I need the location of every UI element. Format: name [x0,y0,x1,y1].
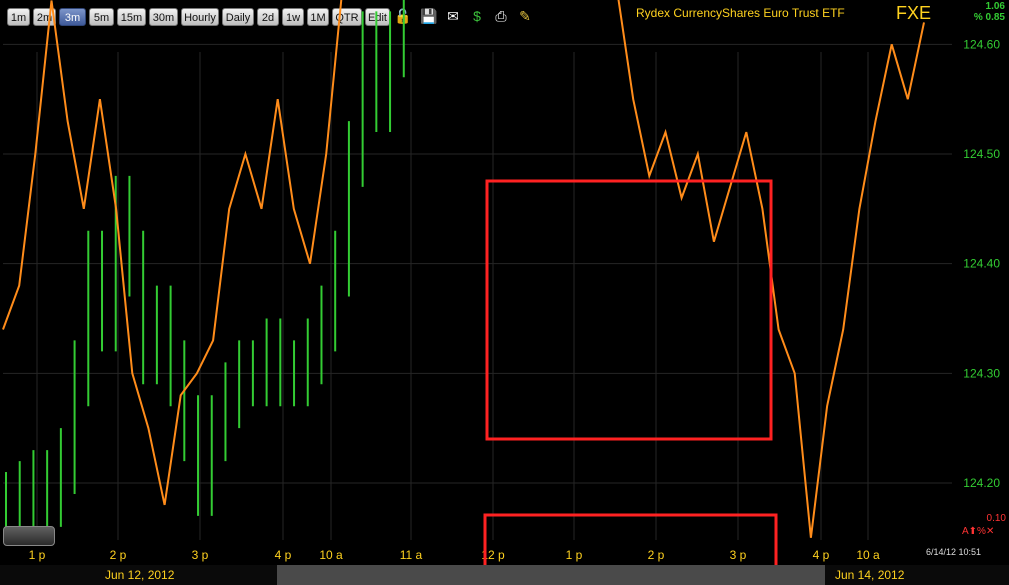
price-tick-5: 124.60 [963,37,1000,51]
price-tick-4: 124.50 [963,147,1000,161]
price-chart[interactable]: 124.20124.30124.40124.50124.60124.70124.… [0,0,1009,585]
time-label-3: 3 p [192,548,209,562]
price-tick-1: 124.20 [963,476,1000,490]
time-label-9: 2 p [648,548,665,562]
time-label-1: 1 p [29,548,46,562]
time-label-10: 3 p [730,548,747,562]
time-label-11: 4 p [813,548,830,562]
mini-axis: 0.10 A⬆%✕ [962,513,1006,537]
time-label-2: 2 p [110,548,127,562]
chart-background [0,30,1009,565]
price-tick-3: 124.40 [963,257,1000,271]
time-label-4: 4 p [275,548,292,562]
mini-axis-label: A⬆%✕ [962,526,995,537]
time-label-8: 1 p [566,548,583,562]
date-label-3: Jun 14, 2012 [835,568,905,582]
time-label-5: 10 a [319,548,343,562]
time-label-6: 11 a [400,548,423,562]
date-label-1: Jun 12, 2012 [105,568,175,582]
timestamp: 6/14/12 10:51 [926,547,982,557]
indicator-toggle-button[interactable] [3,526,55,546]
price-tick-2: 124.30 [963,366,1000,380]
mini-axis-value: 0.10 [986,513,1006,524]
time-scrollbar[interactable] [277,565,825,585]
time-label-12: 10 a [856,548,880,562]
